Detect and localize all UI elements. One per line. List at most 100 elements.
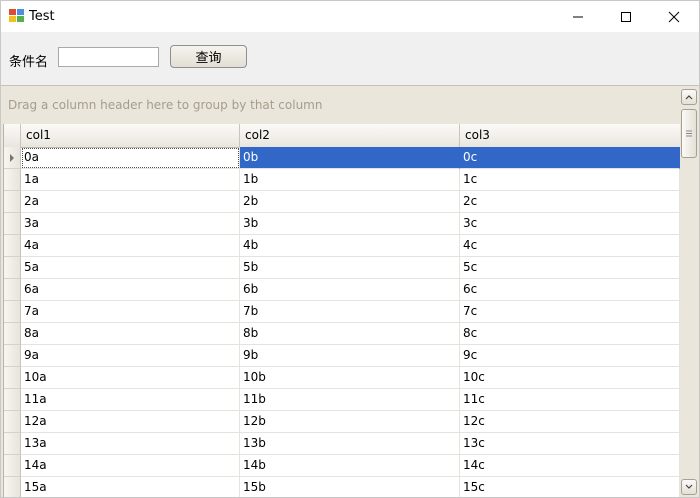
row-header[interactable] xyxy=(4,235,21,257)
table-cell-col2[interactable]: 9b xyxy=(240,345,460,367)
table-cell-col1[interactable]: 9a xyxy=(21,345,240,367)
maximize-button[interactable] xyxy=(603,1,649,32)
table-cell-col2[interactable]: 1b xyxy=(240,169,460,191)
table-row[interactable]: 5a 5b 5c xyxy=(4,257,680,279)
table-cell-col3[interactable]: 4c xyxy=(460,235,680,257)
table-cell-col1[interactable]: 11a xyxy=(21,389,240,411)
row-header[interactable] xyxy=(4,389,21,411)
table-cell-col3[interactable]: 3c xyxy=(460,213,680,235)
table-row[interactable]: 9a 9b 9c xyxy=(4,345,680,367)
table-cell-col2[interactable]: 8b xyxy=(240,323,460,345)
row-header[interactable] xyxy=(4,147,21,169)
scroll-thumb[interactable] xyxy=(681,109,697,158)
table-cell-col1[interactable]: 8a xyxy=(21,323,240,345)
grid-table: col1 col2 col3 0a 0b 0c 1a 1b 1c 2a 2b 2c 3a 3b 3c 4… xyxy=(3,124,680,497)
column-header-col1[interactable]: col1 xyxy=(21,124,240,147)
table-cell-col3[interactable]: 7c xyxy=(460,301,680,323)
table-row[interactable]: 14a 14b 14c xyxy=(4,455,680,477)
table-cell-col2[interactable]: 10b xyxy=(240,367,460,389)
row-header[interactable] xyxy=(4,455,21,477)
table-row[interactable]: 13a 13b 13c xyxy=(4,433,680,455)
row-header[interactable] xyxy=(4,433,21,455)
table-row[interactable]: 15a 15b 15c xyxy=(4,477,680,497)
row-header[interactable] xyxy=(4,323,21,345)
table-row[interactable]: 8a 8b 8c xyxy=(4,323,680,345)
table-cell-col2[interactable]: 2b xyxy=(240,191,460,213)
vertical-scrollbar[interactable] xyxy=(680,86,699,497)
table-cell-col1[interactable]: 1a xyxy=(21,169,240,191)
table-cell-col1[interactable]: 7a xyxy=(21,301,240,323)
table-cell-col3[interactable]: 13c xyxy=(460,433,680,455)
table-cell-col2[interactable]: 15b xyxy=(240,477,460,497)
row-header[interactable] xyxy=(4,257,21,279)
table-cell-col3[interactable]: 2c xyxy=(460,191,680,213)
table-cell-col2[interactable]: 5b xyxy=(240,257,460,279)
scroll-up-button[interactable] xyxy=(681,89,697,105)
table-cell-col2[interactable]: 11b xyxy=(240,389,460,411)
table-cell-col1[interactable]: 0a xyxy=(21,147,240,169)
table-cell-col3[interactable]: 5c xyxy=(460,257,680,279)
table-cell-col1[interactable]: 6a xyxy=(21,279,240,301)
condition-input[interactable] xyxy=(58,47,159,67)
table-cell-col3[interactable]: 14c xyxy=(460,455,680,477)
table-cell-col1[interactable]: 3a xyxy=(21,213,240,235)
row-header[interactable] xyxy=(4,301,21,323)
data-grid: Drag a column header here to group by th… xyxy=(1,85,699,497)
table-row[interactable]: 3a 3b 3c xyxy=(4,213,680,235)
title-bar[interactable]: Test xyxy=(1,1,699,32)
table-row[interactable]: 1a 1b 1c xyxy=(4,169,680,191)
row-header[interactable] xyxy=(4,367,21,389)
table-cell-col1[interactable]: 14a xyxy=(21,455,240,477)
table-cell-col1[interactable]: 10a xyxy=(21,367,240,389)
table-cell-col3[interactable]: 9c xyxy=(460,345,680,367)
table-cell-col2[interactable]: 0b xyxy=(240,147,460,169)
row-header[interactable] xyxy=(4,213,21,235)
table-cell-col3[interactable]: 10c xyxy=(460,367,680,389)
table-row[interactable]: 2a 2b 2c xyxy=(4,191,680,213)
query-button[interactable]: 查询 xyxy=(170,45,247,68)
close-icon xyxy=(668,11,680,22)
row-header[interactable] xyxy=(4,191,21,213)
table-row[interactable]: 6a 6b 6c xyxy=(4,279,680,301)
table-cell-col3[interactable]: 6c xyxy=(460,279,680,301)
table-cell-col1[interactable]: 5a xyxy=(21,257,240,279)
minimize-button[interactable] xyxy=(555,1,601,32)
table-cell-col1[interactable]: 12a xyxy=(21,411,240,433)
table-cell-col2[interactable]: 7b xyxy=(240,301,460,323)
table-row[interactable]: 10a 10b 10c xyxy=(4,367,680,389)
row-header[interactable] xyxy=(4,169,21,191)
table-row[interactable]: 4a 4b 4c xyxy=(4,235,680,257)
table-cell-col2[interactable]: 12b xyxy=(240,411,460,433)
close-button[interactable] xyxy=(651,1,697,32)
group-by-panel[interactable]: Drag a column header here to group by th… xyxy=(1,86,679,123)
table-cell-col1[interactable]: 4a xyxy=(21,235,240,257)
table-cell-col1[interactable]: 15a xyxy=(21,477,240,497)
row-header[interactable] xyxy=(4,279,21,301)
grip-icon xyxy=(686,130,692,137)
table-cell-col1[interactable]: 13a xyxy=(21,433,240,455)
chevron-up-icon xyxy=(685,95,693,100)
table-row[interactable]: 0a 0b 0c xyxy=(4,147,680,169)
table-cell-col2[interactable]: 3b xyxy=(240,213,460,235)
table-cell-col3[interactable]: 12c xyxy=(460,411,680,433)
row-header[interactable] xyxy=(4,477,21,497)
row-header[interactable] xyxy=(4,411,21,433)
maximize-icon xyxy=(621,11,631,22)
scroll-down-button[interactable] xyxy=(681,479,697,495)
table-cell-col3[interactable]: 8c xyxy=(460,323,680,345)
table-cell-col3[interactable]: 15c xyxy=(460,477,680,497)
table-row[interactable]: 11a 11b 11c xyxy=(4,389,680,411)
table-cell-col2[interactable]: 4b xyxy=(240,235,460,257)
table-row[interactable]: 12a 12b 12c xyxy=(4,411,680,433)
row-header[interactable] xyxy=(4,345,21,367)
table-cell-col3[interactable]: 1c xyxy=(460,169,680,191)
table-row[interactable]: 7a 7b 7c xyxy=(4,301,680,323)
column-header-col2[interactable]: col2 xyxy=(240,124,460,147)
table-cell-col3[interactable]: 11c xyxy=(460,389,680,411)
table-cell-col2[interactable]: 6b xyxy=(240,279,460,301)
table-cell-col2[interactable]: 14b xyxy=(240,455,460,477)
table-cell-col3[interactable]: 0c xyxy=(460,147,680,169)
column-header-col3[interactable]: col3 xyxy=(460,124,680,147)
table-cell-col2[interactable]: 13b xyxy=(240,433,460,455)
table-cell-col1[interactable]: 2a xyxy=(21,191,240,213)
